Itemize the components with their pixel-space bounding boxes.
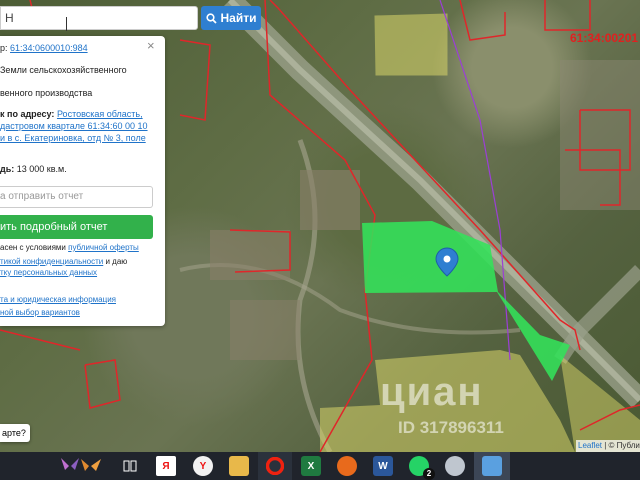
options-link[interactable]: ной выбор вариантов <box>0 307 80 318</box>
email-input[interactable]: а отправить отчет <box>0 186 153 208</box>
legal-info-link[interactable]: та и юридическая информация <box>0 294 116 305</box>
close-icon[interactable]: × <box>147 38 155 53</box>
area-value: 13 000 кв.м. <box>16 164 67 174</box>
yandex-browser-icon[interactable]: Я <box>156 456 176 476</box>
map-cadastral-label: 61:34:00201 <box>570 31 639 45</box>
search-icon <box>205 12 217 24</box>
task-view-icon[interactable] <box>120 456 140 476</box>
address-link-3[interactable]: и в с. Екатериновка, отд № 3, поле <box>0 133 146 143</box>
cadastral-row: р: 61:34:0600010:984 <box>0 43 88 53</box>
land-category: Земли сельскохозяйственного <box>0 65 127 75</box>
excel-icon[interactable]: X <box>301 456 321 476</box>
cadastral-number-link[interactable]: 61:34:0600010:984 <box>10 43 88 53</box>
area-row: дь: 13 000 кв.м. <box>0 164 67 174</box>
address-link-2[interactable]: дастровом квартале 61:34:60 00 10 <box>0 121 148 131</box>
terms-text-2: и даю <box>103 257 128 266</box>
terms-text-1: асен с условиями <box>0 243 69 252</box>
whatsapp-badge: 2 <box>423 468 435 480</box>
map-attribution: Leaflet | © Публи <box>576 440 640 452</box>
land-purpose: венного производства <box>0 88 93 98</box>
get-report-button[interactable]: ить подробный отчет <box>0 215 153 239</box>
parcel-info-panel: × р: 61:34:0600010:984 Земли сельскохозя… <box>0 36 165 326</box>
whatsapp-icon[interactable]: 2 <box>409 456 435 480</box>
yandex-icon[interactable]: Y <box>193 456 213 476</box>
image-viewer-icon[interactable] <box>482 456 502 476</box>
address-label: к по адресу: <box>0 109 55 119</box>
address-row: к по адресу: Ростовская область, <box>0 109 143 119</box>
text-cursor-icon <box>66 17 67 31</box>
taskbar: Я Y X W 2 <box>0 452 640 480</box>
public-offer-link[interactable]: публичной оферты <box>68 243 139 252</box>
watermark-logo: циан <box>380 370 484 414</box>
search-input-value: Н <box>5 11 14 25</box>
word-icon[interactable]: W <box>373 456 393 476</box>
terms-line-2: тикой конфиденциальности и даю <box>0 256 127 267</box>
watermark-id: ID 317896311 <box>398 418 504 437</box>
leaflet-link[interactable]: Leaflet <box>578 441 602 450</box>
search-input[interactable]: Н <box>0 6 198 30</box>
map-question-button[interactable]: арте? <box>0 424 30 442</box>
search-button[interactable]: Найти <box>201 6 261 30</box>
area-label: дь: <box>0 164 15 174</box>
privacy-policy-link[interactable]: тикой конфиденциальности <box>0 257 103 266</box>
attribution-text: | © Публи <box>602 441 640 450</box>
terms-line-1: асен с условиями публичной оферты <box>0 242 139 253</box>
app-icon[interactable] <box>445 456 465 476</box>
address-link-1[interactable]: Ростовская область, <box>57 109 143 119</box>
personal-data-link[interactable]: тку персональных данных <box>0 267 97 278</box>
firefox-icon[interactable] <box>337 456 357 476</box>
file-explorer-icon[interactable] <box>229 456 249 476</box>
butterfly-icon[interactable] <box>58 456 106 476</box>
cadastral-label: р: <box>0 43 8 53</box>
opera-icon[interactable] <box>265 456 285 476</box>
search-button-label: Найти <box>220 11 257 25</box>
